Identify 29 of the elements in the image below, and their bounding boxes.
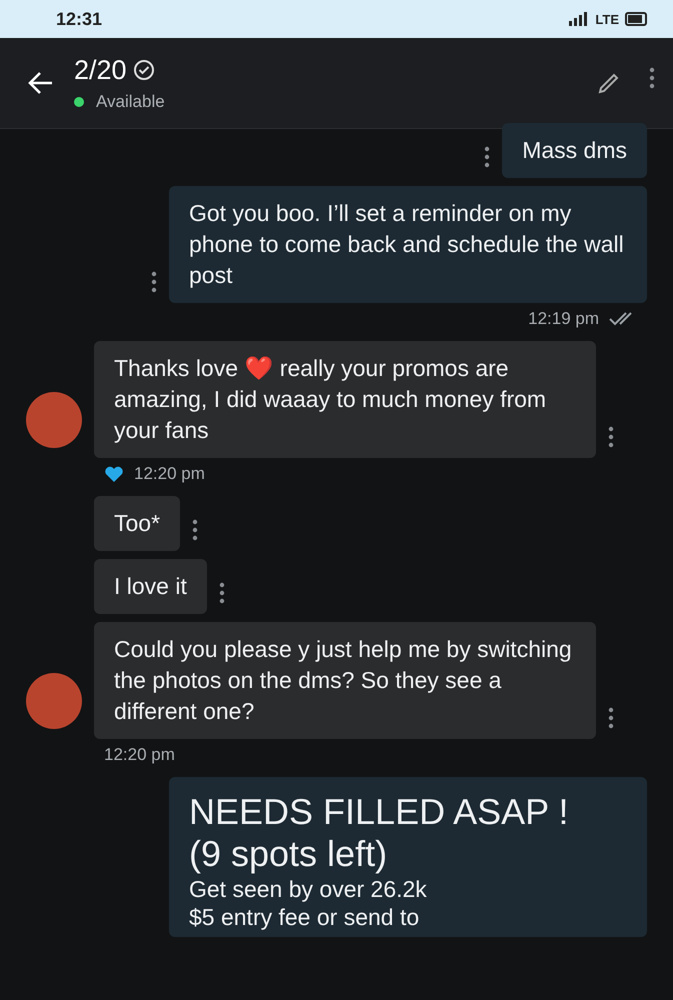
- more-options-icon[interactable]: [218, 582, 225, 604]
- promo-text: $5 entry fee or send to: [189, 903, 420, 931]
- message-bubble: I love it: [94, 559, 207, 614]
- more-options-icon[interactable]: [608, 426, 614, 448]
- more-options-icon[interactable]: [649, 67, 655, 89]
- more-options-icon[interactable]: [151, 271, 157, 293]
- back-arrow-icon[interactable]: [28, 71, 54, 95]
- pencil-icon[interactable]: [597, 71, 621, 95]
- chat-title: 2/20: [74, 54, 127, 86]
- availability-status: Available: [96, 92, 165, 112]
- message-bubble: Mass dms: [502, 123, 647, 178]
- message-bubble: Thanks love ❤ really your promos are amazing, I did waaay to much money from your fans: [94, 341, 596, 458]
- signal-icon: [569, 12, 590, 26]
- message-bubble: Too*: [94, 496, 180, 551]
- heart-icon[interactable]: [104, 465, 124, 483]
- battery-icon: [625, 12, 649, 26]
- message-bubble: Got you boo. I’ll set a reminder on my phone to come back and schedule the wall post: [169, 186, 647, 303]
- more-options-icon[interactable]: [192, 519, 198, 541]
- promo-text: NEEDS FILLED ASAP !: [189, 791, 570, 833]
- more-options-icon[interactable]: [608, 707, 614, 729]
- promo-text: (9 spots left): [189, 833, 388, 875]
- message-time: 12:20 pm: [134, 464, 205, 484]
- more-options-icon[interactable]: [484, 146, 490, 168]
- promo-text: Get seen by over 26.2k: [189, 875, 428, 903]
- network-label: LTE: [595, 12, 619, 26]
- message-time: 12:19 pm: [528, 309, 599, 329]
- message-bubble: Could you please y just help me by switching the photos on the dms? So they see a different one?: [94, 622, 596, 739]
- message-time: 12:20 pm: [104, 745, 175, 765]
- status-time: 12:31: [56, 8, 102, 30]
